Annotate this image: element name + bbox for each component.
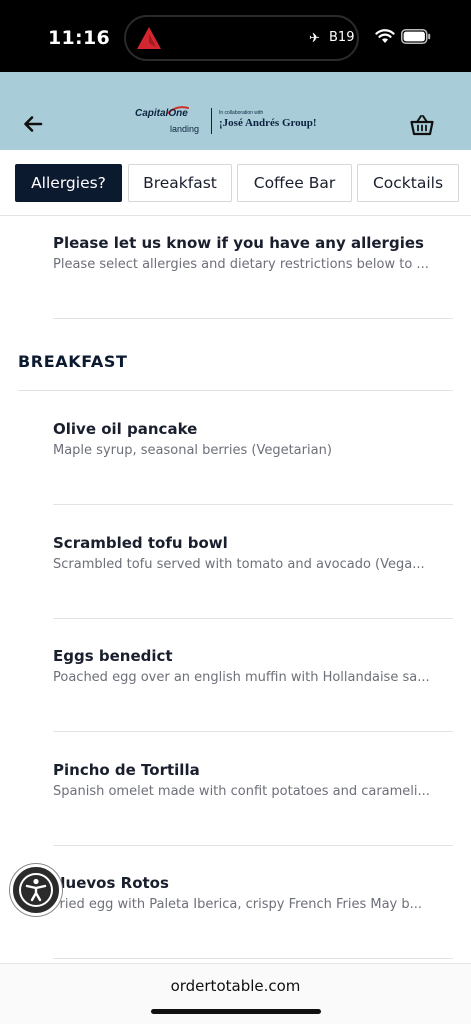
menu-item[interactable]: Huevos Rotos Fried egg with Paleta Iberi… [53,874,453,912]
wifi-icon [375,29,395,43]
tab-cocktails[interactable]: Cocktails [357,164,459,202]
brand-divider [211,108,212,134]
status-time: 11:16 [48,27,110,49]
tab-allergies[interactable]: Allergies? [15,164,122,202]
dynamic-island: ✈ B19 [124,15,359,61]
back-button[interactable] [20,112,46,136]
url-text[interactable]: ordertotable.com [0,977,471,995]
divider [53,731,453,732]
basket-button[interactable] [410,114,434,136]
app-header: CapitalOne landing In collaboration with… [0,72,471,150]
menu-item[interactable]: Scrambled tofu bowl Scrambled tofu serve… [53,534,453,572]
tab-breakfast[interactable]: Breakfast [128,164,232,202]
brand-logo: CapitalOne landing In collaboration with… [135,106,325,138]
section-heading: BREAKFAST [18,352,128,371]
menu-item-description: Scrambled tofu served with tomato and av… [53,557,425,572]
divider [18,390,453,391]
flight-gate: B19 [329,30,355,45]
divider [53,845,453,846]
menu-item-name: Eggs benedict [53,647,173,665]
airplane-icon: ✈ [309,31,320,46]
basket-icon [410,115,434,136]
allergy-notice-description: Please select allergies and dietary rest… [53,257,429,272]
menu-item-name: Olive oil pancake [53,420,198,438]
collab-text: In collaboration with [219,110,264,116]
menu-item-name: Pincho de Tortilla [53,761,200,779]
menu-item-name: Scrambled tofu bowl [53,534,228,552]
menu-item-description: Poached egg over an english muffin with … [53,670,430,685]
delta-logo-icon [137,27,161,49]
menu-item[interactable]: Pincho de Tortilla Spanish omelet made w… [53,761,453,799]
divider [53,318,453,319]
category-tabs: Allergies? Breakfast Coffee Bar Cocktail… [0,150,471,216]
allergy-notice-title: Please let us know if you have any aller… [53,234,424,252]
menu-item-description: Maple syrup, seasonal berries (Vegetaria… [53,443,332,458]
allergy-notice[interactable]: Please let us know if you have any aller… [53,234,453,272]
status-bar: 11:16 ✈ B19 [0,0,471,72]
divider [53,504,453,505]
brand-secondary: landing [170,124,200,134]
divider [53,618,453,619]
url-bar[interactable]: ordertotable.com [0,963,471,1024]
menu-item-name: Huevos Rotos [53,874,169,892]
menu-item[interactable]: Olive oil pancake Maple syrup, seasonal … [53,420,453,458]
menu-item-description: Spanish omelet made with confit potatoes… [53,784,430,799]
menu-item-description: Fried egg with Paleta Iberica, crispy Fr… [53,897,423,912]
accessibility-icon [19,873,53,907]
partner-name: ¡José Andrés Group! [219,117,317,129]
battery-icon [401,29,431,44]
divider [53,958,453,959]
menu-item[interactable]: Eggs benedict Poached egg over an englis… [53,647,453,685]
back-arrow-icon [24,116,43,132]
accessibility-button[interactable] [10,864,62,916]
tab-coffee-bar[interactable]: Coffee Bar [237,164,352,202]
brand-primary: CapitalOne [135,108,188,119]
home-indicator [151,1009,321,1014]
